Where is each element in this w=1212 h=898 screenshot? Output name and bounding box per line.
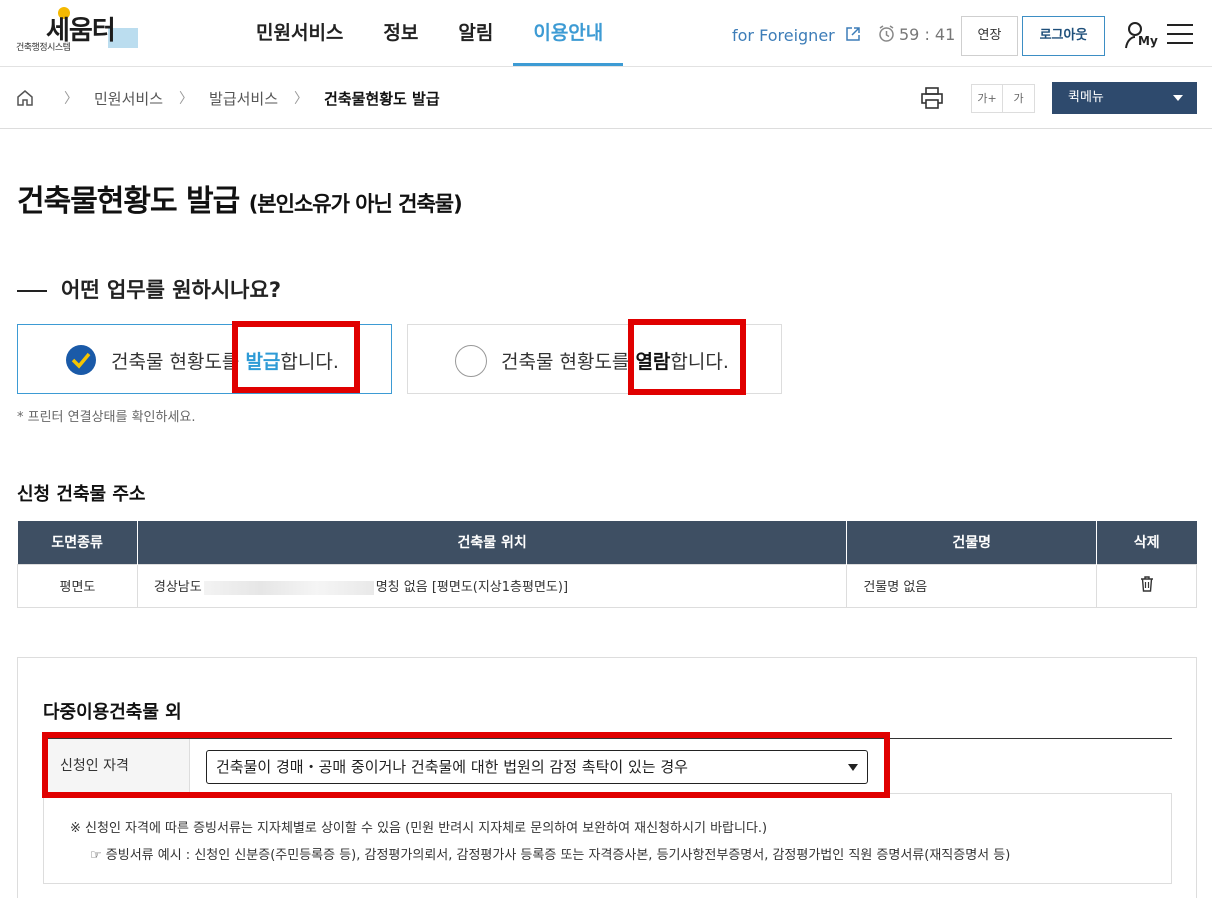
for-foreigner-link[interactable]: for Foreigner xyxy=(732,26,860,45)
note-documents: ※ 신청인 자격에 따른 증빙서류는 지자체별로 상이할 수 있음 (민원 반려… xyxy=(70,821,768,836)
column-header: 건축물 위치 xyxy=(137,521,848,564)
table-row: 평면도 경상남도 명칭 없음 [평면도(지상1층평면도)] 건물명 없음 xyxy=(17,563,1197,608)
note-examples: ☞ 증빙서류 예시 : 신청인 신분증(주민등록증 등), 감정평가의뢰서, 감… xyxy=(90,848,1011,863)
breadcrumb-current: 건축물현황도 발급 xyxy=(324,89,440,108)
qualification-notes: ※ 신청인 자격에 따른 증빙서류는 지자체별로 상이할 수 있음 (민원 반려… xyxy=(43,794,1172,884)
breadcrumb-item[interactable]: 발급서비스 xyxy=(209,88,278,109)
font-increase-button[interactable]: 가+ xyxy=(972,85,1003,112)
extend-session-button[interactable]: 연장 xyxy=(961,16,1018,56)
column-header: 삭제 xyxy=(1096,521,1197,564)
address-table: 도면종류 건축물 위치 건물명 삭제 평면도 경상남도 명칭 없음 [평면도(지상… xyxy=(17,521,1197,608)
drawing-type-cell: 평면도 xyxy=(17,563,138,608)
check-circle-icon xyxy=(66,345,96,375)
my-page-icon[interactable]: My xyxy=(1124,20,1158,52)
building-name-cell: 건물명 없음 xyxy=(846,563,1098,608)
task-question: 어떤 업무를 원하시나요? xyxy=(17,274,281,304)
quick-menu-dropdown[interactable]: 퀵메뉴 xyxy=(1052,82,1197,114)
radio-empty-icon xyxy=(455,345,487,377)
chevron-right-icon: 〉 xyxy=(179,91,194,107)
my-label: My xyxy=(1138,34,1158,48)
task-question-text: 어떤 업무를 원하시나요? xyxy=(61,278,282,302)
redacted-address xyxy=(203,580,374,595)
heading-dash xyxy=(17,290,47,292)
breadcrumb-item[interactable]: 민원서비스 xyxy=(94,88,163,109)
nav-item-guide[interactable]: 이용안내 xyxy=(513,0,624,66)
location-province: 경상남도 xyxy=(153,580,202,595)
session-timer: 59 : 41 xyxy=(878,25,955,44)
option-issue-pre: 건축물 현황도를 xyxy=(111,351,246,373)
nav-item-civil-service[interactable]: 민원서비스 xyxy=(236,0,363,67)
chevron-right-icon: 〉 xyxy=(294,91,309,107)
page-title-sub: (본인소유가 아닌 건축물) xyxy=(248,192,463,216)
page-title: 건축물현황도 발급 (본인소유가 아닌 건축물) xyxy=(17,176,463,220)
header: 세움터 건축행정시스템 민원서비스 정보 알림 이용안내 for Foreign… xyxy=(0,0,1212,67)
page-title-main: 건축물현황도 발급 xyxy=(17,184,240,219)
column-header: 건물명 xyxy=(846,521,1098,564)
print-icon[interactable] xyxy=(920,87,944,109)
home-icon[interactable] xyxy=(16,89,34,107)
hamburger-menu-icon[interactable] xyxy=(1167,24,1193,46)
address-section-title: 신청 건축물 주소 xyxy=(17,484,146,505)
chevron-right-icon: 〉 xyxy=(64,91,78,107)
highlight-box-qualification xyxy=(42,732,890,798)
location-cell: 경상남도 명칭 없음 [평면도(지상1층평면도)] xyxy=(136,563,848,608)
for-foreigner-label: for Foreigner xyxy=(732,26,835,45)
quick-menu-label: 퀵메뉴 xyxy=(1068,90,1104,105)
location-detail: 명칭 없음 [평면도(지상1층평면도)] xyxy=(375,580,569,595)
breadcrumb-bar: 〉 민원서비스 〉 발급서비스 〉 건축물현황도 발급 가+ 가 퀵메뉴 xyxy=(0,67,1212,129)
logo-subtitle: 건축행정시스템 xyxy=(16,43,71,53)
nav-item-info[interactable]: 정보 xyxy=(363,0,438,67)
highlight-box-issue xyxy=(232,321,360,393)
breadcrumb: 〉 민원서비스 〉 발급서비스 〉 건축물현황도 발급 xyxy=(48,67,440,129)
alarm-clock-icon xyxy=(879,25,894,42)
multi-use-title: 다중이용건축물 외 xyxy=(43,702,182,723)
timer-value: 59 : 41 xyxy=(899,25,956,44)
delete-cell xyxy=(1096,563,1197,608)
main-nav: 민원서비스 정보 알림 이용안내 xyxy=(236,0,624,67)
logout-button[interactable]: 로그아웃 xyxy=(1022,16,1105,56)
caret-down-icon xyxy=(1173,95,1183,101)
font-decrease-button[interactable]: 가 xyxy=(1003,85,1034,112)
column-header: 도면종류 xyxy=(17,521,138,564)
nav-item-notice[interactable]: 알림 xyxy=(438,0,513,67)
external-link-icon xyxy=(846,27,860,45)
printer-note: * 프린터 연결상태를 확인하세요. xyxy=(17,410,196,425)
highlight-box-view xyxy=(628,319,746,395)
trash-icon[interactable] xyxy=(1140,575,1154,592)
option-view-pre: 건축물 현황도를 xyxy=(501,351,636,373)
logo[interactable]: 세움터 건축행정시스템 xyxy=(16,7,156,54)
font-size-control: 가+ 가 xyxy=(971,84,1035,113)
